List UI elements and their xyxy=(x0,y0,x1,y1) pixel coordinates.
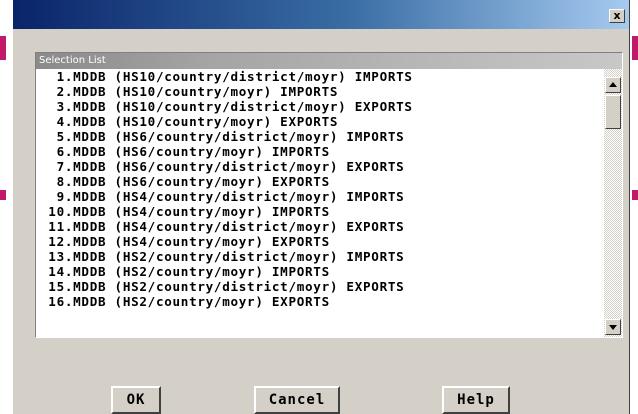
background-window-edge-right-lower xyxy=(632,190,638,200)
list-item[interactable]: 4.MDDB (HS10/country/moyr) EXPORTS xyxy=(36,114,592,129)
list-item[interactable]: 15.MDDB (HS2/country/district/moyr) EXPO… xyxy=(36,279,592,294)
list-item[interactable]: 16.MDDB (HS2/country/moyr) EXPORTS xyxy=(36,294,592,309)
selection-list-header: Selection List xyxy=(36,53,622,69)
list-item[interactable]: 5.MDDB (HS6/country/district/moyr) IMPOR… xyxy=(36,129,592,144)
selection-list-rows: 1.MDDB (HS10/country/district/moyr) IMPO… xyxy=(36,69,592,337)
title-bar[interactable]: x xyxy=(13,0,629,29)
selection-list[interactable]: Selection List 1.MDDB (HS10/country/dist… xyxy=(35,52,623,338)
scroll-down-button[interactable] xyxy=(605,319,621,335)
ok-button[interactable]: OK xyxy=(111,386,161,414)
list-item[interactable]: 13.MDDB (HS2/country/district/moyr) IMPO… xyxy=(36,249,592,264)
list-item[interactable]: 6.MDDB (HS6/country/moyr) IMPORTS xyxy=(36,144,592,159)
scrollbar-thumb[interactable] xyxy=(605,95,621,129)
list-item[interactable]: 11.MDDB (HS4/country/district/moyr) EXPO… xyxy=(36,219,592,234)
list-item[interactable]: 1.MDDB (HS10/country/district/moyr) IMPO… xyxy=(36,69,592,84)
background-window-edge-left-lower xyxy=(0,190,6,200)
close-icon: x xyxy=(613,9,621,22)
scroll-up-button[interactable] xyxy=(605,77,621,93)
list-item[interactable]: 7.MDDB (HS6/country/district/moyr) EXPOR… xyxy=(36,159,592,174)
list-item[interactable]: 8.MDDB (HS6/country/moyr) EXPORTS xyxy=(36,174,592,189)
vertical-scrollbar[interactable] xyxy=(604,69,622,337)
background-window-edge-right xyxy=(632,36,638,60)
list-item[interactable]: 9.MDDB (HS4/country/district/moyr) IMPOR… xyxy=(36,189,592,204)
help-button[interactable]: Help xyxy=(442,386,510,414)
arrow-down-icon xyxy=(609,325,617,330)
list-item[interactable]: 2.MDDB (HS10/country/moyr) IMPORTS xyxy=(36,84,592,99)
selection-dialog: x Selection List 1.MDDB (HS10/country/di… xyxy=(12,0,630,414)
list-item[interactable]: 14.MDDB (HS2/country/moyr) IMPORTS xyxy=(36,264,592,279)
cancel-button[interactable]: Cancel xyxy=(254,386,340,414)
close-button[interactable]: x xyxy=(609,9,625,23)
arrow-up-icon xyxy=(609,82,617,87)
list-item[interactable]: 3.MDDB (HS10/country/district/moyr) EXPO… xyxy=(36,99,592,114)
list-item[interactable]: 12.MDDB (HS4/country/moyr) EXPORTS xyxy=(36,234,592,249)
background-window-edge-left xyxy=(0,36,6,60)
list-item[interactable]: 10.MDDB (HS4/country/moyr) IMPORTS xyxy=(36,204,592,219)
